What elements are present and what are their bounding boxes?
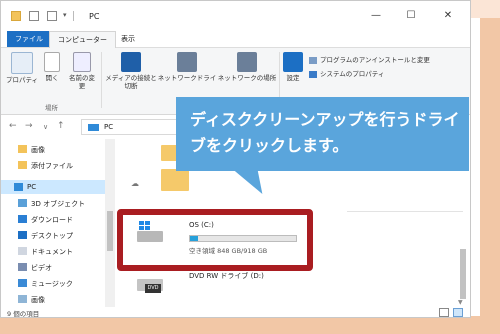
drive-d-name: DVD RW ドライブ (D:)	[189, 272, 264, 280]
item-count: 9 個の項目	[7, 310, 40, 318]
open-icon	[44, 52, 60, 72]
properties-quick-icon[interactable]	[29, 11, 39, 21]
scroll-down-icon[interactable]: ▼	[458, 299, 463, 306]
sidebar-item-label: 添付ファイル	[31, 162, 73, 170]
access-media-label: メディアの接続と切断	[105, 74, 157, 90]
ribbon-separator	[101, 52, 102, 108]
sidebar-item-label: 画像	[31, 296, 45, 304]
sidebar-scroll-thumb[interactable]	[107, 211, 113, 251]
media-icon	[121, 52, 141, 72]
close-button[interactable]: ✕	[433, 7, 463, 25]
sidebar-item-label: 画像	[31, 146, 45, 154]
status-bar: 9 個の項目	[1, 307, 470, 318]
drive-c-highlight-frame	[117, 209, 313, 271]
rename-icon	[73, 52, 91, 72]
sidebar-item-label: デスクトップ	[31, 232, 73, 240]
tab-view[interactable]: 表示	[113, 31, 143, 47]
computer-icon	[309, 70, 317, 78]
title-separator	[73, 11, 74, 21]
pc-icon	[14, 183, 23, 191]
pictures-icon	[18, 295, 27, 303]
download-icon	[18, 215, 27, 223]
details-view-icon[interactable]	[439, 308, 449, 317]
open-button[interactable]: 開く	[41, 50, 63, 82]
sidebar-scrollbar[interactable]	[105, 139, 115, 307]
group-location-label: 場所	[45, 104, 58, 112]
background-accent-right	[480, 0, 500, 334]
up-arrow-icon[interactable]: ↑	[57, 121, 65, 131]
tab-computer[interactable]: コンピューター	[49, 31, 116, 48]
content-scroll-thumb[interactable]	[460, 249, 466, 299]
add-location-label: ネットワークの場所の追加	[217, 74, 277, 82]
sidebar-item-3d-objects[interactable]: 3D オブジェクト	[18, 199, 86, 209]
maximize-button[interactable]: ☐	[396, 7, 426, 25]
music-icon	[18, 279, 27, 287]
pictures-folder-icon[interactable]	[161, 169, 189, 191]
folder-icon	[11, 11, 21, 21]
programs-icon	[309, 56, 317, 64]
sidebar-item-label: PC	[27, 183, 37, 191]
sidebar-item-label: ミュージック	[31, 280, 73, 288]
network-location-icon	[237, 52, 257, 72]
minimize-button[interactable]: —	[361, 7, 391, 25]
back-arrow-icon[interactable]: ←	[9, 121, 17, 131]
settings-button[interactable]: 設定	[281, 50, 305, 82]
forward-arrow-icon[interactable]: →	[25, 121, 33, 131]
desktop-icon	[18, 231, 27, 239]
drive-d[interactable]: DVD DVD RW ドライブ (D:)	[117, 265, 313, 305]
window-title: PC	[89, 12, 100, 21]
uninstall-label: プログラムのアンインストールと変更	[320, 56, 430, 64]
address-path: PC	[104, 123, 114, 131]
properties-button[interactable]: プロパティ	[5, 50, 39, 84]
system-properties-link[interactable]: システムのプロパティ	[309, 68, 384, 78]
video-icon	[18, 263, 27, 271]
cube-icon	[18, 199, 27, 207]
system-props-label: システムのプロパティ	[320, 70, 385, 78]
sidebar-item-label: ビデオ	[31, 264, 52, 272]
uninstall-programs-link[interactable]: プログラムのアンインストールと変更	[309, 54, 430, 64]
properties-icon	[11, 52, 33, 74]
background-accent-bottom	[0, 316, 500, 334]
network-drive-icon	[177, 52, 197, 72]
access-media-button[interactable]: メディアの接続と切断	[105, 50, 157, 90]
folder-icon	[18, 145, 27, 153]
new-folder-quick-icon[interactable]	[47, 11, 57, 21]
sidebar-item-label: 3D オブジェクト	[31, 200, 86, 208]
open-label: 開く	[45, 74, 59, 82]
sidebar-item-documents[interactable]: ドキュメント	[18, 247, 73, 257]
ribbon-tabs: ファイル コンピューター 表示	[1, 31, 470, 48]
add-network-location-button[interactable]: ネットワークの場所の追加	[217, 50, 277, 82]
sidebar-item-pictures[interactable]: 画像	[18, 145, 45, 155]
sidebar-item-downloads[interactable]: ダウンロード	[18, 215, 73, 225]
sidebar-item-videos[interactable]: ビデオ	[18, 263, 52, 273]
document-icon	[18, 247, 27, 255]
map-drive-button[interactable]: ネットワークドライブの割り当て	[157, 50, 217, 82]
navigation-pane: 画像 添付ファイル PC 3D オブジェクト ダウンロード デスクトップ ドキュ…	[1, 139, 117, 307]
rename-label: 名前の変更	[69, 74, 95, 90]
gear-icon	[283, 52, 303, 72]
recent-locations-icon[interactable]: ∨	[43, 123, 48, 131]
large-icons-view-icon[interactable]	[453, 308, 463, 317]
sidebar-item-pc[interactable]: PC	[14, 183, 37, 191]
sidebar-item-pictures-2[interactable]: 画像	[18, 295, 45, 305]
pc-icon	[88, 124, 99, 131]
dvd-drive-icon: DVD	[131, 271, 165, 293]
folder-icon	[18, 161, 27, 169]
settings-label: 設定	[286, 74, 300, 82]
rename-button[interactable]: 名前の変更	[67, 50, 97, 90]
sidebar-item-label: ダウンロード	[31, 216, 73, 224]
sidebar-item-label: ドキュメント	[31, 248, 73, 256]
title-bar: ▾ PC — ☐ ✕	[1, 1, 470, 31]
sidebar-item-desktop[interactable]: デスクトップ	[18, 231, 73, 241]
sidebar-item-music[interactable]: ミュージック	[18, 279, 73, 289]
properties-label: プロパティ	[5, 76, 39, 84]
sidebar-item-attachments[interactable]: 添付ファイル	[18, 161, 73, 171]
map-drive-label: ネットワークドライブの割り当て	[157, 74, 217, 82]
callout-text: ディスククリーンアップを行うドライブをクリックします。	[190, 110, 460, 155]
tab-file[interactable]: ファイル	[7, 31, 51, 47]
quick-access-dropdown-icon[interactable]: ▾	[63, 11, 67, 19]
callout-bubble: ディスククリーンアップを行うドライブをクリックします。	[176, 97, 469, 171]
cloud-icon: ☁	[131, 179, 139, 188]
